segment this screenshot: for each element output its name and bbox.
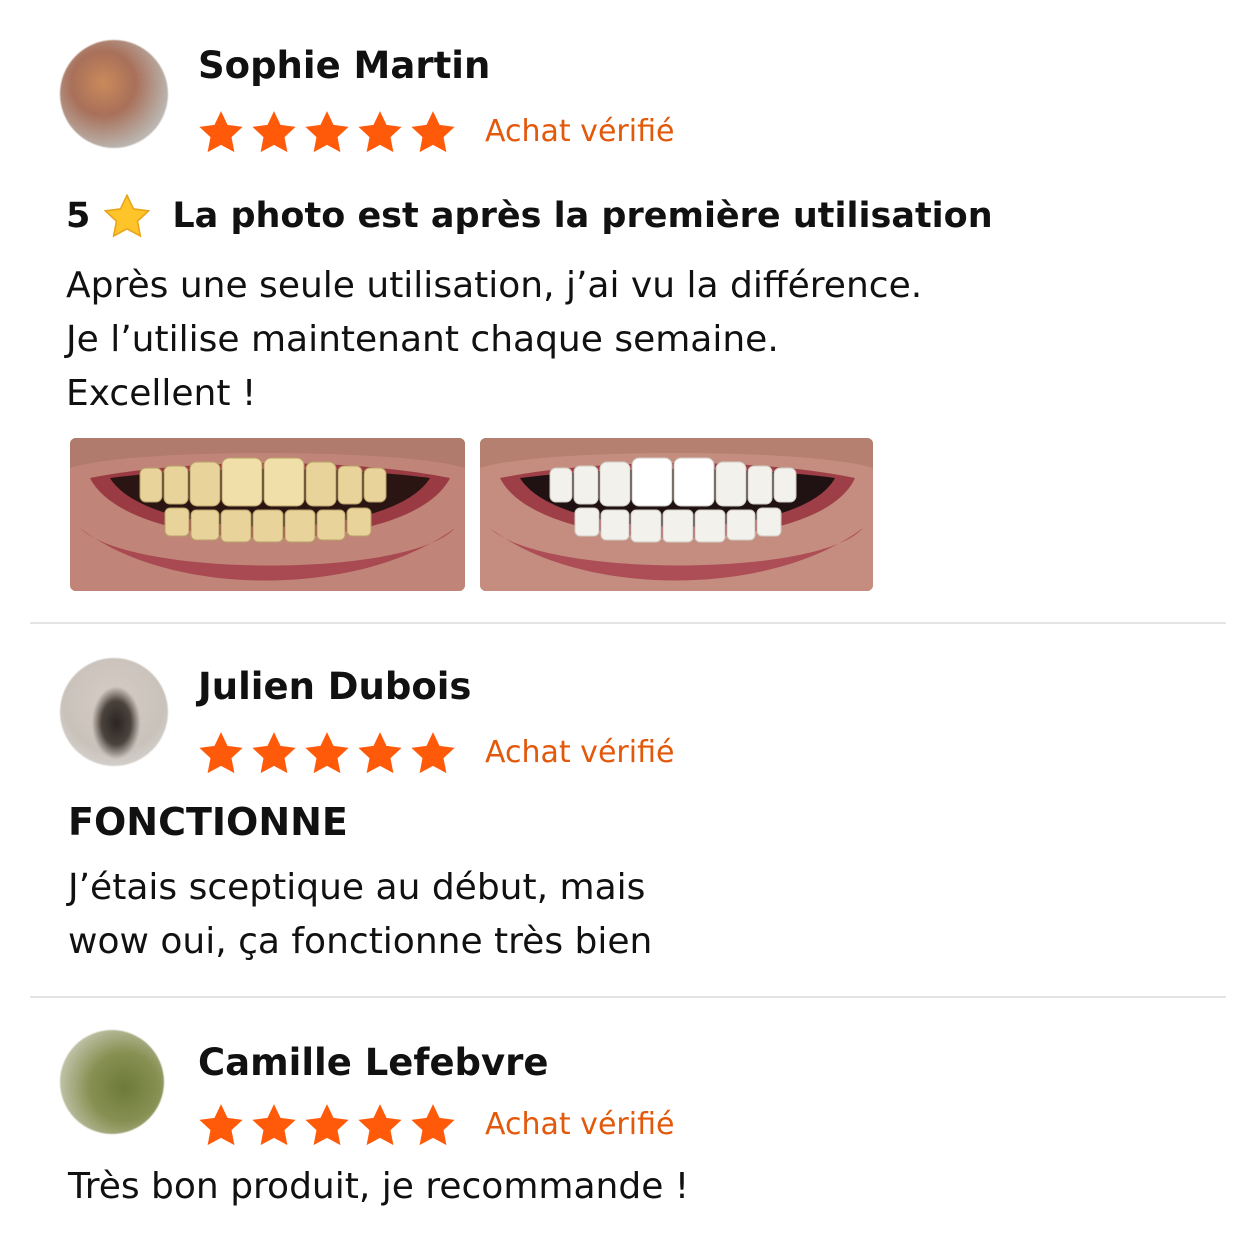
star-icon: [357, 110, 403, 154]
star-icon: [198, 731, 244, 775]
reviewer-name: Camille Lefebvre: [198, 1041, 549, 1084]
star-icon: [198, 1103, 244, 1147]
star-icon: [410, 1103, 456, 1147]
star-icon: [251, 731, 297, 775]
verified-purchase-badge: Achat vérifié: [485, 114, 675, 149]
star-icon: [251, 110, 297, 154]
star-icon: [410, 731, 456, 775]
star-icon: [357, 1103, 403, 1147]
reviewer-name: Sophie Martin: [198, 44, 491, 87]
after-smile-photo[interactable]: [480, 438, 873, 591]
avatar: [60, 1030, 164, 1134]
verified-purchase-badge: Achat vérifié: [485, 735, 675, 770]
star-icon: [304, 110, 350, 154]
divider: [30, 622, 1226, 624]
star-icon: [304, 731, 350, 775]
divider: [30, 996, 1226, 998]
star-icon: [251, 1103, 297, 1147]
before-smile-photo[interactable]: [70, 438, 465, 591]
avatar: [60, 658, 168, 766]
star-icon: [304, 1103, 350, 1147]
verified-purchase-badge: Achat vérifié: [485, 1107, 675, 1142]
star-icon: [357, 731, 403, 775]
star-emoji-icon: [104, 193, 151, 238]
reviewer-name: Julien Dubois: [198, 665, 472, 708]
review-body: Après une seule utilisation, j’ai vu la …: [66, 265, 923, 414]
review-title: FONCTIONNE: [68, 800, 348, 844]
review-body: J’étais sceptique au début, mais wow oui…: [68, 867, 653, 962]
review-title-text: La photo est après la première utilisati…: [172, 196, 993, 236]
avatar: [60, 40, 168, 148]
star-icon: [410, 110, 456, 154]
star-rating: [198, 110, 456, 154]
star-rating: [198, 731, 456, 775]
review-title: 5 La photo est après la première utilisa…: [66, 193, 993, 238]
star-icon: [198, 110, 244, 154]
review-body: Très bon produit, je recommande !: [68, 1166, 690, 1207]
title-rating: 5: [66, 196, 91, 236]
star-rating: [198, 1103, 456, 1147]
